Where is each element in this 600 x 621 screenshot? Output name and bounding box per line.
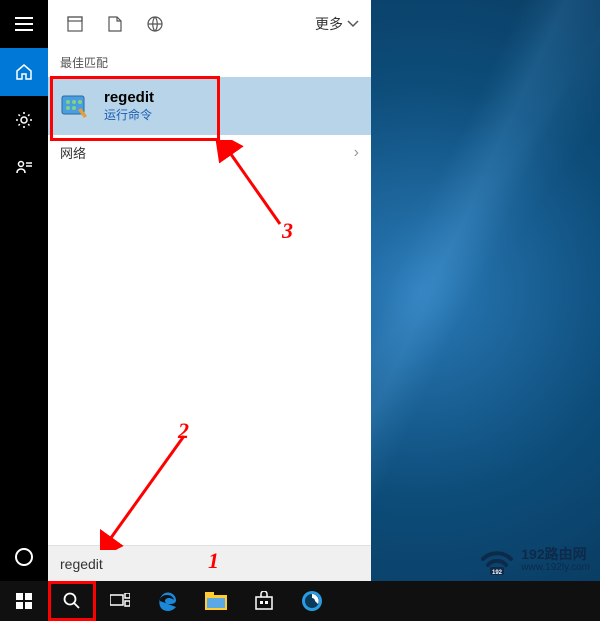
edge-browser-icon[interactable] [144,581,192,621]
search-input-bar [48,545,371,581]
watermark-text-main: 192路由网 [521,547,590,562]
more-label: 更多 [315,14,343,34]
svg-text:192: 192 [492,570,503,575]
home-icon[interactable] [0,48,48,96]
store-icon[interactable] [240,581,288,621]
chevron-right-icon: › [354,144,359,162]
more-dropdown[interactable]: 更多 [315,14,359,34]
start-button[interactable] [0,581,48,621]
wifi-icon: 192 [479,545,515,575]
result-regedit[interactable]: regedit 运行命令 [48,77,371,135]
best-match-header: 最佳匹配 [48,48,371,77]
file-explorer-icon[interactable] [192,581,240,621]
cortana-icon[interactable] [0,533,48,581]
search-button[interactable] [48,581,96,621]
settings-gear-icon[interactable] [0,96,48,144]
hamburger-icon[interactable] [0,0,48,48]
taskbar [0,581,600,621]
search-panel: 更多 最佳匹配 regedit 运行命令 [0,0,371,581]
apps-filter-icon[interactable] [66,15,84,33]
search-input[interactable] [60,556,359,572]
regedit-icon [60,90,92,122]
qq-browser-icon[interactable] [288,581,336,621]
search-panel-header: 更多 [48,0,371,48]
chevron-down-icon [347,20,359,28]
web-filter-icon[interactable] [146,15,164,33]
search-left-rail [0,0,48,581]
network-group-label: 网络 [60,143,86,162]
search-panel-main: 更多 最佳匹配 regedit 运行命令 [48,0,371,581]
network-group[interactable]: 网络 › [48,135,371,170]
task-view-button[interactable] [96,581,144,621]
result-title: regedit [104,89,154,106]
watermark-text-sub: www.192ly.com [521,562,590,573]
result-subtitle: 运行命令 [104,106,154,123]
watermark-logo: 192 192路由网 www.192ly.com [479,545,590,575]
documents-filter-icon[interactable] [106,15,124,33]
feedback-icon[interactable] [0,144,48,192]
